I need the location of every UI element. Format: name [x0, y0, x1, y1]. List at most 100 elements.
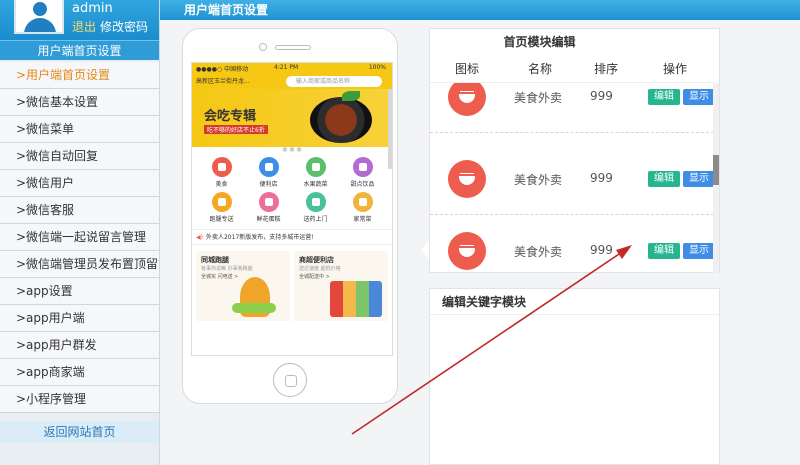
- category-label: 家常菜: [353, 216, 372, 223]
- phone-speaker: [275, 45, 311, 50]
- category-label: 便利店: [259, 181, 278, 188]
- bowl-icon: [448, 78, 486, 116]
- module-list: 美食外卖 999 编辑 显示 美食外卖 999 编辑 显示 美食外卖 999 编…: [430, 55, 714, 273]
- module-name: 美食外卖: [513, 173, 562, 187]
- bowl-icon: [448, 160, 486, 198]
- phone-camera: [259, 43, 267, 51]
- sidebar-item-wechat-menu[interactable]: >微信菜单: [0, 116, 159, 143]
- card-link: 全城买 闪电送 >: [201, 274, 239, 280]
- sidebar-item-app-settings[interactable]: >app设置: [0, 278, 159, 305]
- groceries-illustration: [330, 281, 382, 317]
- category-label: 鲜花蛋糕: [256, 216, 281, 223]
- edit-button[interactable]: 编辑: [648, 171, 680, 187]
- sidebar-item-wechat-basic[interactable]: >微信基本设置: [0, 89, 159, 116]
- show-button[interactable]: 显示: [683, 243, 714, 259]
- category-food[interactable]: 美食: [198, 157, 245, 188]
- sidebar-item-wechat-admin-pinned[interactable]: >微信端管理员发布置顶留言: [0, 251, 159, 278]
- edit-button[interactable]: 编辑: [648, 243, 680, 259]
- sidebar-item-wechat-autoreply[interactable]: >微信自动回复: [0, 143, 159, 170]
- keyword-panel: 编辑关键字模块: [429, 288, 720, 465]
- medicine-icon: [305, 192, 326, 212]
- sidebar-item-app-user[interactable]: >app用户端: [0, 305, 159, 332]
- errand-icon: [211, 192, 232, 212]
- sidebar-menu: >用户端首页设置 >微信基本设置 >微信菜单 >微信自动回复 >微信用户 >微信…: [0, 62, 159, 413]
- category-label: 送药上门: [303, 216, 328, 223]
- app-search-input[interactable]: 输入商家或商品名称: [286, 76, 382, 87]
- store-icon: [258, 157, 279, 177]
- screen-scrollbar[interactable]: [388, 89, 392, 169]
- sidebar-item-miniprogram[interactable]: >小程序管理: [0, 386, 159, 413]
- app-search-row: 高新区玉兰街丹龙... 输入商家或商品名称: [192, 73, 392, 89]
- notice-text: 外卖人2017新版发布，支持多城市运营!: [205, 234, 314, 241]
- card-title: 商超便利店: [299, 256, 334, 264]
- category-fruit[interactable]: 水果蔬菜: [292, 157, 339, 188]
- module-sort: 999: [590, 89, 613, 103]
- card-title: 同城跑腿: [201, 256, 229, 264]
- category-label: 甜点饮品: [350, 181, 375, 188]
- phone-preview: ●●●●○ 中国移动 4:21 PM 100% 高新区玉兰街丹龙... 输入商家…: [182, 28, 398, 404]
- back-home-link[interactable]: 返回网站首页: [0, 421, 159, 443]
- category-homestyle[interactable]: 家常菜: [339, 192, 386, 223]
- food-icon: [211, 157, 232, 177]
- edit-button[interactable]: 编辑: [648, 89, 680, 105]
- show-button[interactable]: 显示: [683, 171, 714, 187]
- status-carrier: ●●●●○ 中国移动: [196, 66, 249, 73]
- table-row: 美食外卖 999 编辑 显示: [430, 143, 714, 215]
- header-sort: 排序: [593, 62, 618, 76]
- module-scrollbar-thumb[interactable]: [713, 155, 719, 185]
- change-password-link[interactable]: 修改密码: [100, 20, 148, 34]
- phone-screen: ●●●●○ 中国移动 4:21 PM 100% 高新区玉兰街丹龙... 输入商家…: [191, 62, 393, 356]
- module-edit-panel: 首页模块编辑 美食外卖 999 编辑 显示 美食外卖 999 编辑 显示 美食外…: [429, 28, 720, 273]
- user-links: 退出 修改密码: [72, 18, 152, 35]
- module-name: 美食外卖: [513, 91, 562, 105]
- card-errand[interactable]: 同城跑腿 有事你说嘛 办事我跑腿 全城买 闪电送 >: [196, 251, 290, 321]
- category-dessert[interactable]: 甜点饮品: [339, 157, 386, 188]
- flower-icon: [258, 192, 279, 212]
- notice-bar[interactable]: ◀) 外卖人2017新版发布，支持多城市运营!: [192, 229, 392, 245]
- sidebar-item-home-settings[interactable]: >用户端首页设置: [0, 62, 159, 89]
- avatar-head: [33, 2, 47, 16]
- status-bar: ●●●●○ 中国移动 4:21 PM 100%: [192, 63, 392, 73]
- category-errand[interactable]: 跑腿专送: [198, 192, 245, 223]
- module-panel-title: 首页模块编辑: [503, 35, 576, 49]
- sidebar-item-wechat-users[interactable]: >微信用户: [0, 170, 159, 197]
- location-label[interactable]: 高新区玉兰街丹龙...: [196, 76, 250, 85]
- promo-banner[interactable]: 会吃专辑 吃不够的好店不止6折: [192, 89, 392, 147]
- category-label: 水果蔬菜: [303, 181, 328, 188]
- sidebar-item-app-merchant[interactable]: >app商家端: [0, 359, 159, 386]
- show-button[interactable]: 显示: [683, 89, 714, 105]
- sidebar-title: 用户端首页设置: [0, 40, 159, 60]
- fruit-icon: [305, 157, 326, 177]
- card-link: 全城配送中 >: [299, 274, 330, 280]
- status-time: 4:21 PM: [274, 64, 299, 71]
- category-grid: 美食 便利店 水果蔬菜 甜点饮品 跑腿专送 鲜花蛋糕 送药上门 家常菜: [192, 153, 392, 223]
- sidebar-item-wechat-service[interactable]: >微信客服: [0, 197, 159, 224]
- courier-illustration: [232, 277, 276, 317]
- card-subtitle: 有事你说嘛 办事我跑腿: [201, 266, 253, 272]
- speaker-icon: ◀): [196, 234, 203, 241]
- avatar: [14, 0, 64, 34]
- card-store[interactable]: 商超便利店 送达速度 超低价格 全城配送中 >: [294, 251, 388, 321]
- avatar-body: [24, 18, 56, 32]
- food-bowl-image: [310, 97, 372, 143]
- category-store[interactable]: 便利店: [245, 157, 292, 188]
- category-label: 跑腿专送: [209, 216, 234, 223]
- category-label: 美食: [215, 181, 228, 188]
- category-flower[interactable]: 鲜花蛋糕: [245, 192, 292, 223]
- page-title: 用户端首页设置: [160, 0, 800, 20]
- module-table-header: 图标 名称 排序 操作: [430, 55, 714, 83]
- sidebar-item-app-broadcast[interactable]: >app用户群发: [0, 332, 159, 359]
- module-sort: 999: [590, 171, 613, 185]
- sidebar-item-wechat-messages[interactable]: >微信端一起说留言管理: [0, 224, 159, 251]
- banner-title: 会吃专辑: [204, 109, 257, 124]
- category-medicine[interactable]: 送药上门: [292, 192, 339, 223]
- dish-icon: [352, 192, 373, 212]
- phone-home-button: [273, 363, 307, 397]
- leaf-decoration: [342, 91, 360, 101]
- banner-subtitle: 吃不够的好店不止6折: [204, 125, 268, 134]
- logout-link[interactable]: 退出: [72, 20, 96, 34]
- status-battery: 100%: [368, 64, 386, 71]
- keyword-panel-title: 编辑关键字模块: [430, 289, 719, 315]
- card-subtitle: 送达速度 超低价格: [299, 266, 341, 272]
- module-sort: 999: [590, 243, 613, 257]
